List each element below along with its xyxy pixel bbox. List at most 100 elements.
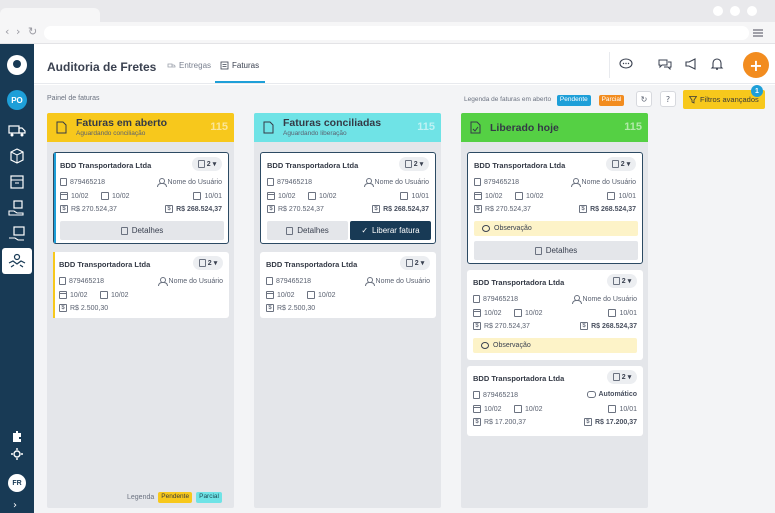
window-dot[interactable] [730, 6, 740, 16]
column-open: Faturas em aberto Aguardando conciliação… [47, 113, 234, 508]
panel-label: Painel de faturas [47, 95, 100, 102]
count-dropdown[interactable]: 2 ▾ [399, 157, 429, 171]
value-reconciled: $ R$ 268.524,37 [579, 205, 636, 213]
invoice-icon[interactable] [8, 226, 26, 242]
legend-label: Legenda de faturas em aberto [464, 96, 552, 103]
details-icon [534, 246, 542, 255]
doc-count-icon [198, 259, 206, 267]
tab-faturas[interactable]: Faturas [220, 61, 259, 70]
help-button[interactable]: ? [660, 91, 676, 107]
date-value: 10/02 [485, 192, 503, 200]
observation-note[interactable]: Observação [474, 221, 638, 236]
observation-note[interactable]: Observação [473, 338, 637, 353]
window-dot[interactable] [713, 6, 723, 16]
button-label: Detalhes [297, 226, 329, 235]
count-dropdown[interactable]: 2 ▾ [607, 274, 637, 288]
truck-icon[interactable] [8, 122, 26, 138]
status-accent [53, 252, 55, 318]
details-button[interactable]: Detalhes [267, 221, 348, 240]
document-icon [56, 121, 67, 134]
address-bar[interactable] [44, 26, 749, 40]
messages-icon[interactable] [658, 58, 672, 70]
invoice-card[interactable]: BDD Transportadora Ltda 2 ▾ 879465218 Nom… [53, 152, 229, 244]
invoice-card[interactable]: BDD Transportadora Ltda 2 ▾ 879465218 Nom… [467, 152, 643, 264]
delivery-hand-icon[interactable] [8, 200, 26, 216]
button-label: Liberar fatura [372, 226, 420, 235]
column-count: 115 [210, 121, 228, 133]
date-ref: 10/01 [193, 192, 222, 200]
date-value: 10/02 [484, 405, 502, 413]
gear-icon[interactable] [8, 446, 26, 462]
invoice-card[interactable]: BDD Transportadora Ltda 2 ▾ 879465218 Nom… [260, 252, 436, 318]
box-icon[interactable] [8, 148, 26, 164]
date-value: 10/01 [411, 192, 429, 200]
user-name: Nome do Usuário [364, 277, 430, 286]
count-dropdown[interactable]: 2 ▾ [607, 370, 637, 384]
column-subtitle: Aguardando conciliação [76, 130, 146, 137]
add-button[interactable]: + [743, 52, 769, 78]
doc-count-icon [612, 373, 620, 381]
browser-tab[interactable] [0, 8, 100, 22]
user-avatar[interactable]: FR [8, 474, 26, 492]
browser-menu-icon[interactable] [753, 29, 763, 37]
invoice-card[interactable]: BDD Transportadora Ltda 2 ▾ 879465218 Nom… [260, 152, 436, 244]
megaphone-icon[interactable] [684, 58, 698, 70]
refresh-button[interactable]: ↻ [636, 91, 652, 107]
chevron-down-icon: ▾ [626, 161, 631, 168]
user-icon [571, 295, 582, 304]
date-issue: 10/02 [473, 405, 502, 413]
amount-value: R$ 2.500,30 [70, 304, 109, 312]
tab-entregas[interactable]: Entregas [167, 61, 211, 70]
bell-icon[interactable] [710, 58, 724, 70]
app-logo[interactable] [7, 55, 27, 75]
count-dropdown[interactable]: 2 ▾ [192, 157, 222, 171]
package-icon[interactable] [8, 174, 26, 190]
back-icon[interactable]: ‹ [5, 25, 9, 38]
details-button[interactable]: Detalhes [474, 241, 638, 260]
audit-handshake-icon [8, 253, 26, 268]
date-ref: 10/01 [608, 405, 637, 413]
date-issue: 10/02 [59, 291, 88, 299]
status-accent [54, 153, 56, 243]
chat-bubble-icon[interactable] [619, 58, 633, 70]
filter-label: Filtros avançados [700, 95, 759, 104]
forward-icon[interactable]: › [16, 25, 20, 38]
calendar-icon [308, 192, 316, 200]
user-name: Nome do Usuário [570, 178, 636, 187]
count-dropdown[interactable]: 2 ▾ [400, 256, 430, 270]
doc-value: 879465218 [69, 277, 105, 285]
window-dot[interactable] [747, 6, 757, 16]
details-button[interactable]: Detalhes [60, 221, 224, 240]
count-dropdown[interactable]: 2 ▾ [606, 157, 636, 171]
date-due: 10/02 [100, 291, 129, 299]
calendar-icon [473, 309, 481, 317]
release-invoice-button[interactable]: ✓ Liberar fatura [350, 221, 431, 240]
user-value: Nome do Usuário [375, 277, 430, 285]
check-icon: ✓ [361, 226, 369, 235]
help-icon: ? [665, 94, 671, 104]
count-value: 2 [413, 160, 418, 168]
value-original: $ R$ 270.524,37 [60, 205, 117, 213]
invoice-card[interactable]: BDD Transportadora Ltda 2 ▾ 879465218 Nom… [467, 270, 643, 360]
puzzle-icon[interactable] [8, 429, 26, 445]
date-value: 10/02 [526, 192, 544, 200]
amount-value: R$ 270.524,37 [278, 205, 324, 213]
invoice-card[interactable]: BDD Transportadora Ltda 2 ▾ 879465218 Nom… [53, 252, 229, 318]
invoice-card[interactable]: BDD Transportadora Ltda 2 ▾ 879465218 Aut… [467, 366, 643, 436]
date-value: 10/02 [318, 291, 336, 299]
doc-count-icon [405, 259, 413, 267]
date-value: 10/01 [619, 405, 637, 413]
date-ref: 10/01 [400, 192, 429, 200]
count-value: 2 [621, 373, 626, 381]
count-dropdown[interactable]: 2 ▾ [193, 256, 223, 270]
money-icon: $ [579, 205, 588, 213]
reload-icon[interactable]: ↻ [28, 25, 37, 38]
money-icon: $ [583, 418, 592, 426]
org-avatar[interactable]: PO [7, 90, 27, 110]
sidebar-item-active[interactable] [2, 248, 32, 274]
value-reconciled: $ R$ 268.524,37 [580, 322, 637, 330]
observation-label: Observação [494, 225, 532, 232]
calendar-icon [514, 405, 522, 413]
expand-sidebar-icon[interactable]: › [13, 500, 17, 511]
date-value: 10/02 [112, 192, 130, 200]
